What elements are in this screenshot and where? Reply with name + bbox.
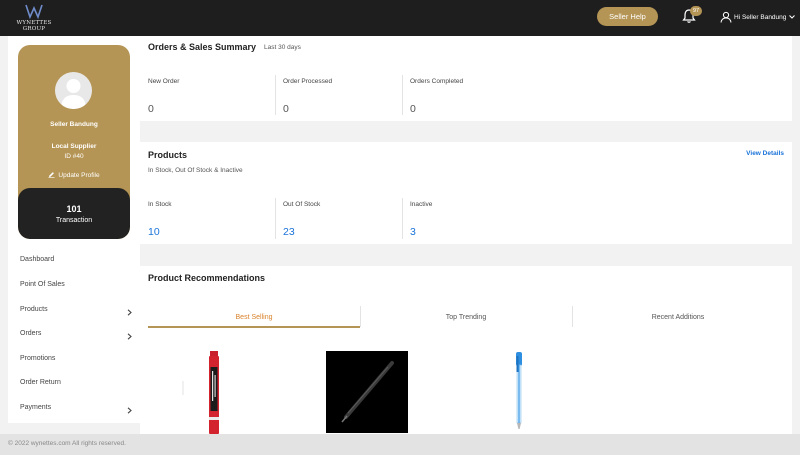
- stat-value-new-order: 0: [148, 103, 154, 115]
- update-profile-link[interactable]: Update Profile: [18, 171, 130, 179]
- tab-top-trending[interactable]: Top Trending: [360, 312, 572, 328]
- stat-label-order-processed: Order Processed: [283, 78, 333, 85]
- stat-label-orders-completed: Orders Completed: [410, 78, 464, 85]
- stat-value-out-of-stock[interactable]: 23: [283, 226, 295, 238]
- seller-id: ID #40: [64, 153, 84, 160]
- sidebar-item-point-of-sales[interactable]: Point Of Sales: [20, 281, 132, 295]
- orders-summary-period: Last 30 days: [264, 44, 301, 51]
- profile-card: Seller Bandung Local Supplier ID #40 Upd…: [18, 45, 130, 239]
- chevron-right-icon: [127, 309, 132, 316]
- sidebar-item-label: Payments: [20, 404, 52, 411]
- recommendations-title: Product Recommendations: [148, 273, 266, 283]
- products-summary-card: Products View Details In Stock, Out Of S…: [140, 142, 792, 244]
- chevron-right-icon: [127, 333, 132, 340]
- products-summary-subtitle: In Stock, Out Of Stock & Inactive: [148, 167, 243, 174]
- sidebar-item-label: Dashboard: [20, 256, 55, 263]
- sidebar-item-orders[interactable]: Orders: [20, 330, 132, 344]
- pencil-icon: [48, 172, 55, 178]
- stat-label-in-stock: In Stock: [148, 201, 172, 208]
- product-image-blue-pen[interactable]: [500, 351, 540, 431]
- footer: © 2022 wynettes.com All rights reserved.: [0, 434, 800, 455]
- update-profile-label: Update Profile: [58, 172, 100, 179]
- stat-value-orders-completed: 0: [410, 103, 416, 115]
- avatar: [55, 72, 92, 109]
- sidebar-item-label: Products: [20, 306, 48, 313]
- sidebar-item-payments[interactable]: Payments: [20, 404, 132, 418]
- sidebar-item-label: Orders: [20, 330, 42, 337]
- stat-divider: [402, 198, 403, 239]
- stat-divider: [275, 198, 276, 239]
- stat-label-new-order: New Order: [148, 78, 180, 85]
- tab-recent-additions[interactable]: Recent Additions: [572, 312, 784, 328]
- user-icon: [720, 11, 732, 23]
- logo-text: WYNETTES GROUP: [16, 20, 52, 32]
- logo-mark-icon: [25, 4, 43, 19]
- sidebar: Seller Bandung Local Supplier ID #40 Upd…: [8, 36, 140, 423]
- stat-value-in-stock[interactable]: 10: [148, 226, 160, 238]
- avatar-placeholder-icon: [61, 79, 86, 109]
- stat-label-inactive: Inactive: [410, 201, 433, 208]
- product-recommendations-card: Product Recommendations Best Selling Top…: [140, 266, 792, 434]
- sidebar-item-label: Order Return: [20, 379, 61, 386]
- sidebar-item-label: Promotions: [20, 355, 56, 362]
- orders-summary-card: Orders & Sales Summary Last 30 days New …: [140, 36, 792, 121]
- user-greeting: Hi Seller Bandung: [734, 13, 787, 21]
- product-image-highlighter[interactable]: [174, 351, 254, 434]
- user-menu[interactable]: Hi Seller Bandung: [720, 10, 797, 24]
- stat-value-inactive[interactable]: 3: [410, 226, 416, 238]
- top-bar: WYNETTES GROUP Seller Help 97 Hi Seller …: [0, 0, 800, 36]
- sidebar-item-order-return[interactable]: Order Return: [20, 379, 132, 393]
- seller-role: Local Supplier: [51, 143, 97, 150]
- orders-summary-title: Orders & Sales Summary: [148, 42, 257, 52]
- transaction-summary[interactable]: 101 Transaction: [18, 188, 130, 239]
- seller-name: Seller Bandung: [50, 121, 98, 128]
- active-tab-indicator: [148, 326, 360, 328]
- sidebar-item-products[interactable]: Products: [20, 306, 132, 320]
- transaction-count: 101: [66, 204, 82, 214]
- stat-divider: [275, 75, 276, 115]
- chevron-down-icon: [789, 15, 796, 19]
- chevron-right-icon: [127, 407, 132, 414]
- products-summary-title: Products: [148, 150, 188, 160]
- seller-help-button[interactable]: Seller Help: [597, 7, 658, 26]
- stat-divider: [402, 75, 403, 115]
- view-details-link[interactable]: View Details: [746, 150, 784, 157]
- stat-label-out-of-stock: Out Of Stock: [283, 201, 321, 208]
- transaction-label: Transaction: [55, 217, 93, 224]
- footer-copyright: © 2022 wynettes.com All rights reserved.: [8, 440, 126, 447]
- stat-value-order-processed: 0: [283, 103, 289, 115]
- product-image-black-pen[interactable]: [326, 351, 408, 433]
- sidebar-item-label: Point Of Sales: [20, 281, 65, 288]
- notification-badge: 97: [690, 6, 702, 16]
- brand-logo[interactable]: WYNETTES GROUP: [8, 4, 60, 32]
- sidebar-item-dashboard[interactable]: Dashboard: [20, 256, 132, 270]
- sidebar-item-promotions[interactable]: Promotions: [20, 355, 132, 369]
